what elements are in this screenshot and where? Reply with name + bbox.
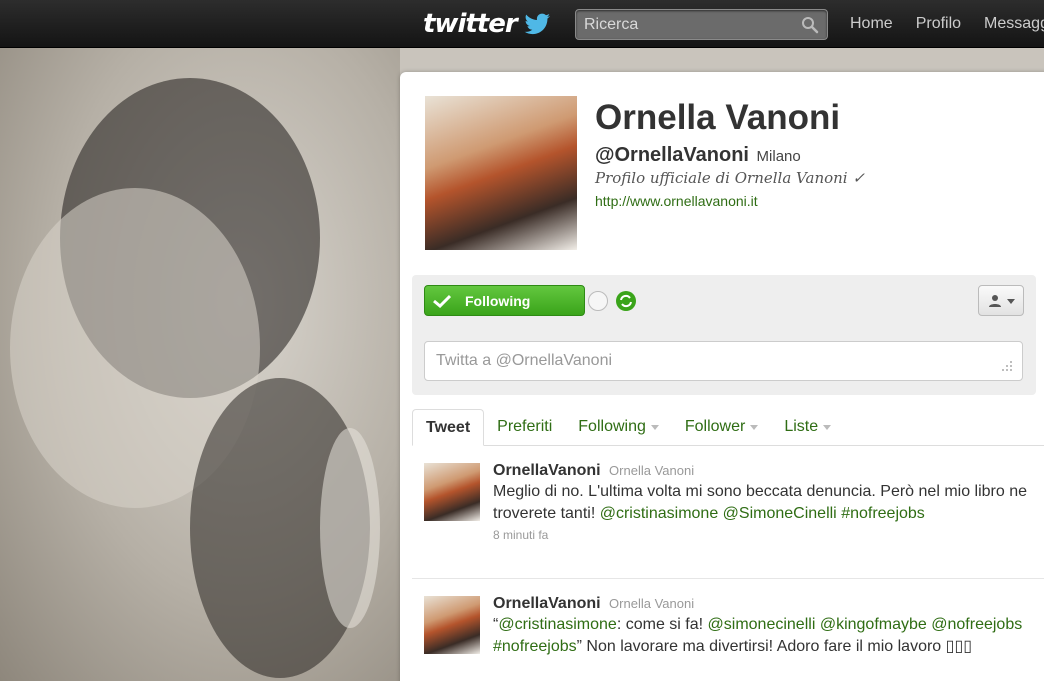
- following-button[interactable]: Following: [424, 285, 585, 316]
- profile-handle-line: @OrnellaVanoni Milano: [595, 144, 801, 167]
- profile-panel: Ornella Vanoni @OrnellaVanoni Milano Pro…: [400, 72, 1044, 681]
- tweet-item: OrnellaVanoni Ornella Vanoni “@cristinas…: [412, 579, 1044, 681]
- mention-link[interactable]: @simonecinelli: [708, 616, 816, 633]
- top-bar: twitter Home Profilo Messaggi: [0, 0, 1044, 48]
- tweet-header: OrnellaVanoni Ornella Vanoni: [493, 595, 1033, 613]
- mention-link[interactable]: @nofreejobs: [931, 616, 1022, 633]
- tweet-body: OrnellaVanoni Ornella Vanoni Meglio di n…: [493, 462, 1033, 542]
- nav-profile[interactable]: Profilo: [916, 15, 961, 33]
- profile-handle: @OrnellaVanoni: [595, 144, 749, 166]
- tweet-fullname: Ornella Vanoni: [609, 463, 695, 478]
- retweet-toggle-icon[interactable]: [616, 291, 636, 311]
- user-actions-menu[interactable]: [978, 285, 1024, 316]
- tweet-fullname: Ornella Vanoni: [609, 596, 695, 611]
- tweet-to-input[interactable]: [425, 342, 985, 380]
- chevron-down-icon: [650, 425, 659, 430]
- background-photo: [0, 48, 400, 681]
- chevron-down-icon: [1006, 299, 1015, 304]
- tweet-text-segment: : come si fa!: [616, 616, 708, 633]
- resize-grip-icon: [1002, 361, 1012, 371]
- tab-liste[interactable]: Liste: [771, 408, 844, 445]
- tab-label: Tweet: [426, 418, 471, 436]
- logo-text: twitter: [423, 9, 518, 39]
- top-nav: Home Profilo Messaggi: [850, 0, 1044, 48]
- check-icon: [433, 294, 451, 308]
- tweet-avatar[interactable]: [424, 596, 480, 654]
- tab-follower[interactable]: Follower: [672, 408, 771, 445]
- tweet-body: OrnellaVanoni Ornella Vanoni “@cristinas…: [493, 595, 1033, 658]
- following-button-label: Following: [465, 292, 531, 309]
- tab-tweet[interactable]: Tweet: [412, 409, 485, 446]
- tweet-username[interactable]: OrnellaVanoni: [493, 595, 601, 612]
- search-icon[interactable]: [801, 16, 819, 34]
- profile-avatar[interactable]: [425, 96, 577, 250]
- tab-label: Preferiti: [497, 417, 553, 435]
- profile-url[interactable]: http://www.ornellavanoni.it: [595, 193, 758, 209]
- tweet-text-segment: ” Non lavorare ma divertirsi! Adoro fare…: [576, 638, 973, 655]
- tab-preferiti[interactable]: Preferiti: [484, 408, 565, 445]
- hashtag-link[interactable]: #nofreejobs: [841, 505, 925, 522]
- nav-messages[interactable]: Messaggi: [984, 15, 1044, 33]
- action-box: Following: [412, 275, 1036, 395]
- search-input[interactable]: [576, 10, 786, 39]
- tweet-to-box: [424, 341, 1023, 381]
- mention-link[interactable]: @cristinasimone: [498, 616, 617, 633]
- bird-icon: [524, 13, 550, 35]
- tweet-timestamp[interactable]: 8 minuti fa: [493, 528, 1033, 542]
- profile-bio: Profilo ufficiale di Ornella Vanoni ✓: [595, 169, 865, 187]
- twitter-logo[interactable]: twitter: [423, 9, 551, 39]
- chevron-down-icon: [750, 425, 759, 430]
- tweet-item: OrnellaVanoni Ornella Vanoni Meglio di n…: [412, 446, 1044, 579]
- mention-link[interactable]: @kingofmaybe: [820, 616, 927, 633]
- profile-tabs: Tweet Preferiti Following Follower Liste: [412, 409, 1044, 446]
- device-notification-icon[interactable]: [588, 291, 608, 311]
- nav-home[interactable]: Home: [850, 15, 893, 33]
- hashtag-link[interactable]: #nofreejobs: [493, 638, 577, 655]
- tweet-text: “@cristinasimone: come si fa! @simonecin…: [493, 614, 1033, 658]
- chevron-down-icon: [823, 425, 832, 430]
- mention-link[interactable]: @cristinasimone: [600, 505, 719, 522]
- search-box: [575, 9, 828, 40]
- tweet-header: OrnellaVanoni Ornella Vanoni: [493, 462, 1033, 480]
- profile-name: Ornella Vanoni: [595, 98, 841, 137]
- tweet-avatar[interactable]: [424, 463, 480, 521]
- mention-link[interactable]: @SimoneCinelli: [723, 505, 837, 522]
- profile-location: Milano: [756, 148, 801, 165]
- tab-following[interactable]: Following: [565, 408, 672, 445]
- tweet-text: Meglio di no. L'ultima volta mi sono bec…: [493, 481, 1033, 525]
- tab-label: Following: [578, 417, 646, 435]
- tab-label: Liste: [784, 417, 819, 435]
- tab-label: Follower: [684, 417, 746, 435]
- person-icon: [988, 294, 1001, 307]
- tweet-username[interactable]: OrnellaVanoni: [493, 462, 601, 479]
